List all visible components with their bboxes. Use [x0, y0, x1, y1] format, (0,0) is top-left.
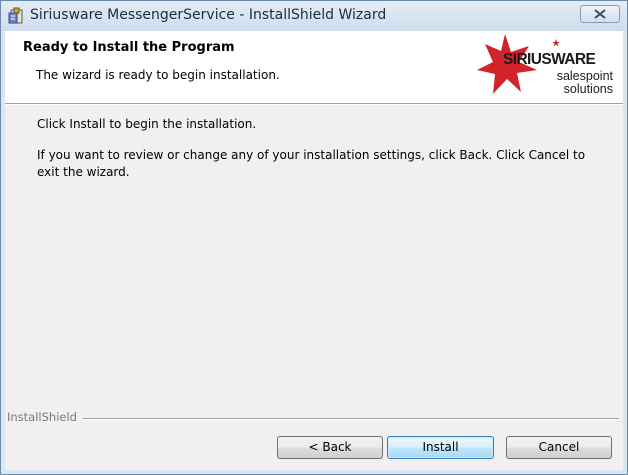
installer-icon — [8, 7, 24, 25]
title-bar[interactable]: Siriusware MessengerService - InstallShi… — [1, 1, 627, 31]
installer-window: Siriusware MessengerService - InstallShi… — [0, 0, 628, 475]
close-icon — [594, 9, 606, 19]
help-text: If you want to review or change any of y… — [37, 148, 586, 179]
logo-tagline-2: solutions — [563, 82, 613, 96]
page-subtitle: The wizard is ready to begin installatio… — [36, 68, 280, 82]
wizard-content: Ready to Install the Program The wizard … — [5, 31, 623, 470]
instruction-text: Click Install to begin the installation. — [37, 117, 257, 131]
cancel-button[interactable]: Cancel — [506, 436, 612, 459]
footer-divider — [7, 418, 619, 420]
install-button[interactable]: Install — [387, 436, 494, 459]
wizard-header: Ready to Install the Program The wizard … — [5, 31, 623, 104]
installshield-label: InstallShield — [7, 410, 83, 424]
window-title: Siriusware MessengerService - InstallShi… — [30, 7, 387, 23]
back-button[interactable]: < Back — [277, 436, 383, 459]
logo-brand: SIRIUSWARE — [503, 51, 596, 68]
siriusware-logo: SIRIUSWARE salespoint solutions — [477, 32, 619, 100]
close-button[interactable] — [580, 5, 620, 23]
page-title: Ready to Install the Program — [23, 40, 235, 55]
logo-tagline-1: salespoint — [556, 69, 613, 83]
